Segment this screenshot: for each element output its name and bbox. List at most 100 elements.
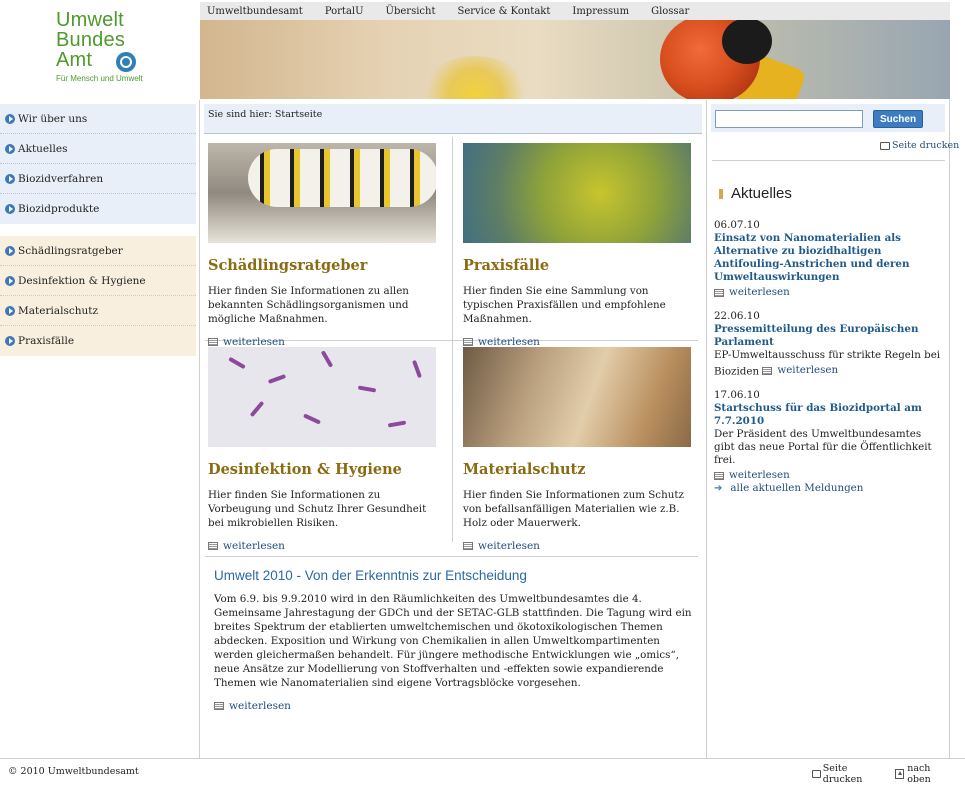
divider <box>712 160 945 161</box>
read-more-link[interactable]: weiterlesen <box>214 700 694 712</box>
heading-marker <box>719 188 723 199</box>
sidebar-item-biozidprodukte[interactable]: Biozidprodukte <box>0 194 196 224</box>
logo-line-1: Umwelt <box>56 9 124 31</box>
arrow-right-icon <box>5 275 15 286</box>
feature-title[interactable]: Umwelt 2010 - Von der Erkenntnis zur Ent… <box>214 568 694 583</box>
wood-image[interactable] <box>463 347 691 447</box>
read-more-label: weiterlesen <box>729 286 790 298</box>
all-news-link[interactable]: ➔ alle aktuellen Meldungen <box>714 482 863 494</box>
logo-line-3: Amt <box>56 49 93 71</box>
teaser-praxisfaelle: Praxisfälle Hier finden Sie eine Sammlun… <box>463 143 693 348</box>
lichen-image[interactable] <box>463 143 691 243</box>
bacterium <box>228 356 246 370</box>
bacterium <box>320 350 334 368</box>
read-more-link[interactable]: weiterlesen <box>714 469 944 482</box>
footer-print-label: Seite drucken <box>822 763 863 785</box>
read-more-link[interactable]: weiterlesen <box>762 364 838 377</box>
topnav-service-kontakt[interactable]: Service & Kontakt <box>457 6 550 17</box>
sidebar-item-desinfektion-hygiene[interactable]: Desinfektion & Hygiene <box>0 266 196 296</box>
top-navigation: Umweltbundesamt PortalU Übersicht Servic… <box>200 2 950 20</box>
print-page-label: Seite drucken <box>892 140 960 151</box>
read-more-label: weiterlesen <box>223 540 285 552</box>
teaser-title[interactable]: Praxisfälle <box>463 257 693 274</box>
teaser-text: Hier finden Sie Informationen zum Schutz… <box>463 489 684 529</box>
sidebar-item-label: Praxisfälle <box>18 335 75 347</box>
column-divider <box>199 100 200 758</box>
read-more-link[interactable]: weiterlesen <box>714 286 944 299</box>
search-input[interactable] <box>715 110 863 128</box>
arrow-up-icon <box>895 769 905 779</box>
globe-icon <box>116 52 136 72</box>
sidebar-item-praxisfaelle[interactable]: Praxisfälle <box>0 326 196 356</box>
sidebar-item-aktuelles[interactable]: Aktuelles <box>0 134 196 164</box>
news-item: 06.07.10 Einsatz von Nanomaterialien als… <box>714 219 944 299</box>
teaser-text: Hier finden Sie Informationen zu allen b… <box>208 285 409 325</box>
caterpillar-image[interactable] <box>208 143 436 243</box>
sidebar-item-label: Biozidverfahren <box>18 172 104 185</box>
teaser-title[interactable]: Schädlingsratgeber <box>208 257 438 274</box>
back-to-top-label: nach oben <box>907 763 931 785</box>
document-icon <box>214 702 224 710</box>
bacteria-image[interactable] <box>208 347 436 447</box>
footer-print-link[interactable]: Seite drucken <box>812 763 879 785</box>
column-divider <box>949 100 950 758</box>
sidebar-item-wir-ueber-uns[interactable]: Wir über uns <box>0 104 196 134</box>
teaser-title[interactable]: Desinfektion & Hygiene <box>208 461 438 478</box>
arrow-right-icon <box>5 173 15 184</box>
sidebar-item-label: Desinfektion & Hygiene <box>18 274 146 287</box>
sidebar-item-label: Materialschutz <box>18 304 98 317</box>
read-more-link[interactable]: weiterlesen <box>208 540 438 552</box>
news-title[interactable]: Pressemitteilung des Europäischen Parlam… <box>714 323 944 349</box>
teaser-materialschutz: Materialschutz Hier finden Sie Informati… <box>463 347 693 552</box>
news-text: EP-Umweltausschuss für strikte Regeln be… <box>714 349 944 379</box>
teaser-schaedlingsratgeber: Schädlingsratgeber Hier finden Sie Infor… <box>208 143 438 348</box>
arrow-right-icon <box>5 305 15 316</box>
news-date: 22.06.10 <box>714 310 760 322</box>
read-more-label: weiterlesen <box>729 469 790 481</box>
search-button[interactable]: Suchen <box>873 110 923 128</box>
footer-divider <box>0 758 965 759</box>
sidebar-item-materialschutz[interactable]: Materialschutz <box>0 296 196 326</box>
sidebar-item-label: Biozidprodukte <box>18 203 100 215</box>
document-icon <box>463 338 473 346</box>
banner-ladybug <box>660 20 772 99</box>
read-more-link[interactable]: weiterlesen <box>463 540 693 552</box>
arrow-right-icon: ➔ <box>714 482 723 494</box>
bacterium <box>387 420 407 428</box>
bacterium <box>412 359 422 379</box>
header-banner-image <box>200 20 950 99</box>
feature-text: Vom 6.9. bis 9.9.2010 wird in den Räumli… <box>214 593 692 689</box>
news-title[interactable]: Einsatz von Nanomaterialien als Alternat… <box>714 232 944 284</box>
topnav-portalu[interactable]: PortalU <box>325 6 364 17</box>
sidebar-item-label: Aktuelles <box>18 142 68 155</box>
bacterium <box>249 400 265 418</box>
back-to-top-link[interactable]: nach oben <box>895 763 949 785</box>
arrow-right-icon <box>5 245 15 256</box>
banner-flower <box>420 56 530 99</box>
logo-tagline: Für Mensch und Umwelt <box>56 74 143 83</box>
sidebar-topic-nav: Schädlingsratgeber Desinfektion & Hygien… <box>0 236 196 356</box>
copyright: © 2010 Umweltbundesamt <box>8 766 139 777</box>
printer-icon <box>880 141 890 150</box>
document-icon <box>463 542 473 550</box>
footer-links: Seite drucken nach oben <box>812 763 965 785</box>
uba-logo[interactable]: Umwelt Bundes Amt Für Mensch und Umwelt <box>0 0 200 100</box>
bacterium <box>267 374 287 384</box>
topnav-glossar[interactable]: Glossar <box>651 6 689 17</box>
caterpillar-shape <box>248 149 436 207</box>
topnav-umweltbundesamt[interactable]: Umweltbundesamt <box>207 6 303 17</box>
print-page-link[interactable]: Seite drucken <box>880 140 959 151</box>
teaser-title[interactable]: Materialschutz <box>463 461 693 478</box>
sidebar-item-schaedlingsratgeber[interactable]: Schädlingsratgeber <box>0 236 196 266</box>
topnav-uebersicht[interactable]: Übersicht <box>386 6 436 17</box>
logo-wordmark: Umwelt Bundes Amt <box>56 10 125 70</box>
sidebar-item-biozidverfahren[interactable]: Biozidverfahren <box>0 164 196 194</box>
news-text: Der Präsident des Umweltbundesamtes gibt… <box>714 428 932 466</box>
sidebar-item-label: Wir über uns <box>18 112 88 125</box>
feature-article: Umwelt 2010 - Von der Erkenntnis zur Ent… <box>214 568 694 712</box>
arrow-right-icon <box>5 336 15 346</box>
news-title[interactable]: Startschuss für das Biozidportal am 7.7.… <box>714 402 944 428</box>
news-item: 22.06.10 Pressemitteilung des Europäisch… <box>714 310 944 379</box>
read-more-label: weiterlesen <box>478 540 540 552</box>
topnav-impressum[interactable]: Impressum <box>572 6 629 17</box>
